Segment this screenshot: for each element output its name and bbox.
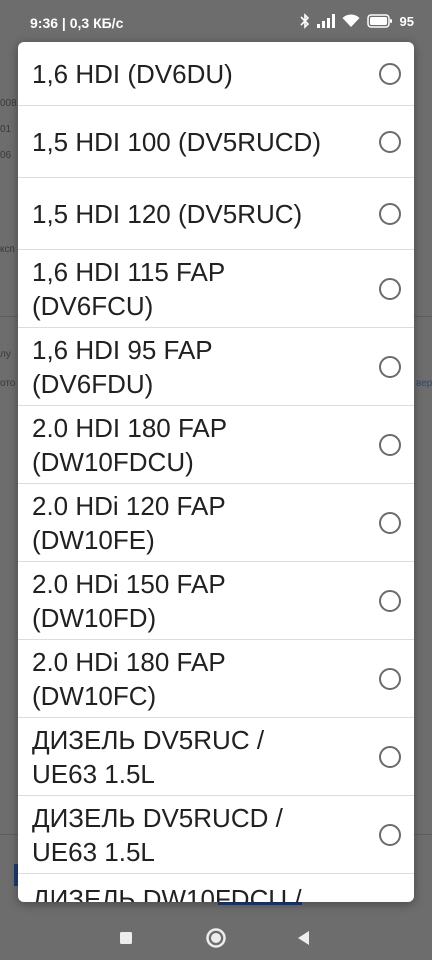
option-item[interactable]: 1,5 HDI 100 (DV5RUCD) <box>18 106 414 178</box>
radio-unchecked-icon[interactable] <box>379 62 401 85</box>
option-item[interactable]: 1,6 HDI (DV6DU) <box>18 42 414 106</box>
option-item[interactable]: 2.0 HDi 180 FAP (DW10FC) <box>18 640 414 718</box>
radio-unchecked-icon[interactable] <box>379 277 401 300</box>
home-button[interactable] <box>202 924 230 952</box>
option-label: ДИЗЕЛЬ DW10FDCU / <box>32 884 302 902</box>
background-fragment: ото <box>0 378 16 389</box>
option-label: 2.0 HDi 180 FAP (DW10FC) <box>32 646 226 711</box>
option-label: 2.0 HDi 150 FAP (DW10FD) <box>32 568 226 633</box>
option-label: 1,6 HDI (DV6DU) <box>32 58 233 89</box>
bluetooth-icon <box>299 13 310 29</box>
circle-icon <box>206 928 226 948</box>
radio-unchecked-icon[interactable] <box>379 823 401 846</box>
back-button[interactable] <box>290 924 318 952</box>
background-accent <box>218 902 302 905</box>
signal-icon <box>316 14 335 28</box>
navigation-bar <box>0 916 432 960</box>
background-fragment: ксп <box>0 244 15 255</box>
option-item[interactable]: 2.0 HDI 180 FAP (DW10FDCU) <box>18 406 414 484</box>
triangle-back-icon <box>298 931 309 945</box>
radio-unchecked-icon[interactable] <box>379 745 401 768</box>
option-label: 2.0 HDI 180 FAP (DW10FDCU) <box>32 412 228 477</box>
square-icon <box>120 932 132 944</box>
radio-unchecked-icon[interactable] <box>379 202 401 225</box>
radio-unchecked-icon[interactable] <box>379 355 401 378</box>
option-label: 1,5 HDI 100 (DV5RUCD) <box>32 126 321 157</box>
option-label: 2.0 HDi 120 FAP (DW10FE) <box>32 490 226 555</box>
battery-icon <box>366 14 393 28</box>
option-item[interactable]: 1,6 HDI 115 FAP (DV6FCU) <box>18 250 414 328</box>
option-item[interactable]: ДИЗЕЛЬ DV5RUC / UE63 1.5L <box>18 718 414 796</box>
option-item[interactable]: 1,5 HDI 120 (DV5RUC) <box>18 178 414 250</box>
radio-unchecked-icon[interactable] <box>379 130 401 153</box>
status-icons: 95 <box>299 13 414 29</box>
option-label: ДИЗЕЛЬ DV5RUCD / UE63 1.5L <box>32 802 283 867</box>
status-time: 9:36 | 0,3 КБ/с <box>30 15 124 31</box>
background-link: вер <box>416 378 432 389</box>
option-label: ДИЗЕЛЬ DV5RUC / UE63 1.5L <box>32 724 265 789</box>
background-fragment: 008 <box>0 98 17 109</box>
option-item[interactable]: 2.0 HDi 150 FAP (DW10FD) <box>18 562 414 640</box>
screen: 9:36 | 0,3 КБ/с 95 008 01 06 ксп лу ото … <box>0 0 432 960</box>
option-item[interactable]: 2.0 HDi 120 FAP (DW10FE) <box>18 484 414 562</box>
wifi-icon <box>342 14 360 28</box>
option-dialog: 1,6 HDI (DV6DU) 1,5 HDI 100 (DV5RUCD) 1,… <box>18 42 414 902</box>
radio-unchecked-icon[interactable] <box>379 433 401 456</box>
radio-unchecked-icon[interactable] <box>379 511 401 534</box>
option-label: 1,5 HDI 120 (DV5RUC) <box>32 198 303 229</box>
status-bar: 9:36 | 0,3 КБ/с 95 <box>0 0 432 44</box>
background-fragment: лу <box>0 349 11 360</box>
battery-percent: 95 <box>399 13 414 29</box>
background-fragment: 06 <box>0 150 12 161</box>
option-item[interactable]: 1,6 HDI 95 FAP (DV6FDU) <box>18 328 414 406</box>
radio-unchecked-icon[interactable] <box>379 667 401 690</box>
option-label: 1,6 HDI 115 FAP (DV6FCU) <box>32 256 226 321</box>
recents-button[interactable] <box>112 924 140 952</box>
radio-unchecked-icon[interactable] <box>379 589 401 612</box>
option-label: 1,6 HDI 95 FAP (DV6FDU) <box>32 334 213 399</box>
option-item[interactable]: ДИЗЕЛЬ DW10FDCU / <box>18 874 414 902</box>
option-item[interactable]: ДИЗЕЛЬ DV5RUCD / UE63 1.5L <box>18 796 414 874</box>
background-fragment: 01 <box>0 124 12 135</box>
